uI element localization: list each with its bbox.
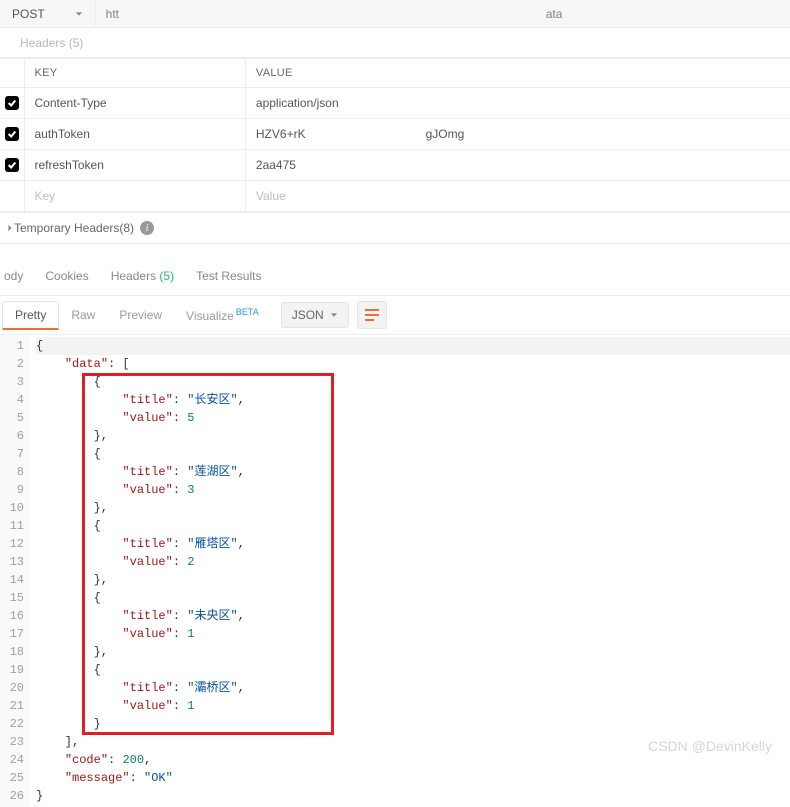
tab-test-results[interactable]: Test Results [194, 269, 263, 283]
method-dropdown[interactable]: POST [0, 0, 96, 27]
url-input[interactable]: htt ata [96, 7, 790, 21]
temporary-headers-toggle[interactable]: Temporary Headers (8) i [0, 212, 790, 244]
chevron-down-icon [330, 311, 338, 319]
table-header-row: KEY VALUE [0, 59, 790, 88]
header-key[interactable]: refreshToken [24, 150, 245, 181]
headers-table: KEY VALUE Content-Typeapplication/jsonau… [0, 58, 790, 212]
format-dropdown[interactable]: JSON [281, 302, 349, 328]
line-gutter: 1234567891011121314151617181920212223242… [0, 335, 30, 807]
response-body[interactable]: 1234567891011121314151617181920212223242… [0, 334, 790, 807]
view-visualize[interactable]: VisualizeBETA [174, 301, 271, 329]
key-placeholder[interactable]: Key [24, 181, 245, 212]
header-value[interactable]: 2aa475 [245, 150, 790, 181]
response-tabs: ody Cookies Headers (5) Test Results [0, 256, 790, 296]
wrap-icon [364, 308, 380, 322]
table-row[interactable]: Content-Typeapplication/json [0, 88, 790, 119]
view-bar: Pretty Raw Preview VisualizeBETA JSON [0, 296, 790, 334]
tab-cookies[interactable]: Cookies [43, 269, 90, 283]
temporary-headers-label: Temporary Headers [14, 221, 119, 235]
value-placeholder[interactable]: Value [245, 181, 790, 212]
tab-body[interactable]: ody [2, 269, 25, 283]
new-header-row[interactable]: Key Value [0, 181, 790, 212]
code-content[interactable]: { "data": [ { "title": "长安区", "value": 5… [30, 335, 790, 807]
table-row[interactable]: refreshToken2aa475 [0, 150, 790, 181]
header-key[interactable]: authToken [24, 119, 245, 150]
header-value[interactable]: application/json [245, 88, 790, 119]
checkbox-icon[interactable] [5, 158, 19, 172]
info-icon[interactable]: i [140, 221, 154, 235]
view-pretty[interactable]: Pretty [2, 301, 59, 330]
caret-right-icon [6, 221, 14, 235]
headers-label-truncated: Headers (5) [20, 36, 83, 50]
tab-headers[interactable]: Headers (5) [109, 269, 176, 283]
table-row[interactable]: authTokenHZV6+rKgJOmg [0, 119, 790, 150]
method-label: POST [12, 7, 45, 21]
view-raw[interactable]: Raw [59, 302, 107, 328]
header-value[interactable]: HZV6+rKgJOmg [245, 119, 790, 150]
temporary-headers-count: (8) [119, 221, 134, 235]
view-preview[interactable]: Preview [107, 302, 174, 328]
headers-section-toggle[interactable]: Headers (5) [0, 28, 790, 58]
request-bar: POST htt ata [0, 0, 790, 28]
wrap-lines-button[interactable] [357, 301, 387, 329]
checkbox-icon[interactable] [5, 96, 19, 110]
header-key[interactable]: Content-Type [24, 88, 245, 119]
col-value: VALUE [245, 59, 790, 88]
chevron-down-icon [75, 10, 83, 18]
watermark: CSDN @DevinKelly [648, 738, 772, 754]
checkbox-icon[interactable] [5, 127, 19, 141]
col-key: KEY [24, 59, 245, 88]
